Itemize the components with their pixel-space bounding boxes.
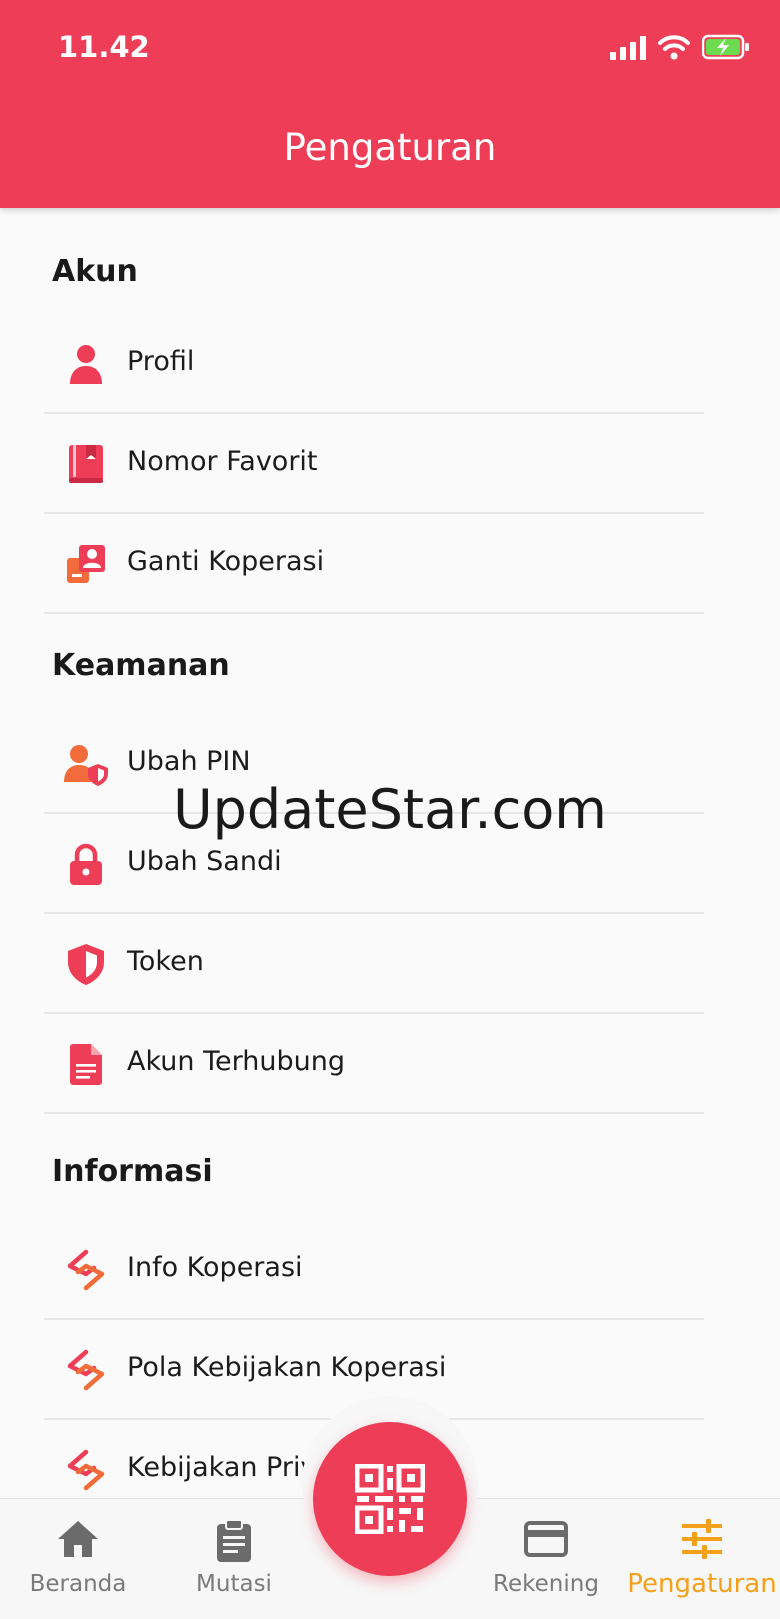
settings-list: Akun Profil Nomor Favorit Ganti Koperasi… [0, 208, 780, 1498]
section-title-keamanan: Keamanan [52, 648, 230, 683]
settings-item-akun-terhubung[interactable]: Akun Terhubung [44, 1014, 704, 1114]
settings-item-token[interactable]: Token [44, 914, 704, 1014]
sliders-icon [682, 1519, 722, 1559]
app-header: 11.42 Pengaturan [0, 0, 780, 208]
settings-item-label: Info Koperasi [127, 1252, 303, 1283]
settings-item-label: Ubah PIN [127, 746, 251, 777]
shield-icon [68, 944, 104, 985]
nav-item-pengaturan[interactable]: Pengaturan [624, 1499, 780, 1619]
nav-label: Mutasi [196, 1571, 272, 1597]
koperasi-logo-icon [67, 1249, 105, 1291]
clipboard-icon [217, 1519, 251, 1562]
wifi-icon [658, 35, 690, 60]
koperasi-logo-icon [67, 1349, 105, 1391]
battery-icon [702, 34, 749, 60]
nav-label: Rekening [493, 1571, 599, 1597]
lock-icon [70, 843, 102, 885]
status-icons [610, 34, 750, 60]
settings-item-label: Ganti Koperasi [127, 546, 325, 577]
page-title: Pengaturan [283, 126, 497, 169]
koperasi-logo-icon [67, 1449, 105, 1491]
settings-item-label: Pola Kebijakan Koperasi [127, 1352, 447, 1383]
card-icon [524, 1521, 568, 1557]
settings-item-label: Nomor Favorit [127, 446, 318, 477]
section-title-informasi: Informasi [52, 1154, 213, 1189]
nav-item-rekening[interactable]: Rekening [468, 1499, 624, 1619]
status-time: 11.42 [58, 30, 150, 64]
book-icon [69, 445, 103, 483]
nav-item-mutasi[interactable]: Mutasi [156, 1499, 312, 1619]
settings-item-info-koperasi[interactable]: Info Koperasi [44, 1220, 704, 1320]
qr-code-icon [355, 1464, 425, 1534]
person-icon [70, 345, 102, 384]
settings-item-ganti-koperasi[interactable]: Ganti Koperasi [44, 514, 704, 614]
nav-item-beranda[interactable]: Beranda [0, 1499, 156, 1619]
document-icon [70, 1044, 102, 1085]
settings-item-label: Profil [127, 346, 195, 377]
qr-scan-button[interactable] [313, 1422, 467, 1576]
settings-item-label: Ubah Sandi [127, 846, 282, 877]
settings-item-label: Token [127, 946, 204, 977]
settings-item-label: Akun Terhubung [127, 1046, 345, 1077]
nav-label: Beranda [29, 1571, 127, 1597]
switch-account-icon [67, 545, 105, 583]
home-icon [58, 1521, 98, 1557]
signal-icon [610, 36, 646, 60]
section-title-akun: Akun [52, 254, 138, 289]
settings-item-profil[interactable]: Profil [44, 314, 704, 414]
settings-item-nomor-favorit[interactable]: Nomor Favorit [44, 414, 704, 514]
watermark: UpdateStar.com [173, 778, 607, 841]
nav-label: Pengaturan [627, 1569, 777, 1599]
